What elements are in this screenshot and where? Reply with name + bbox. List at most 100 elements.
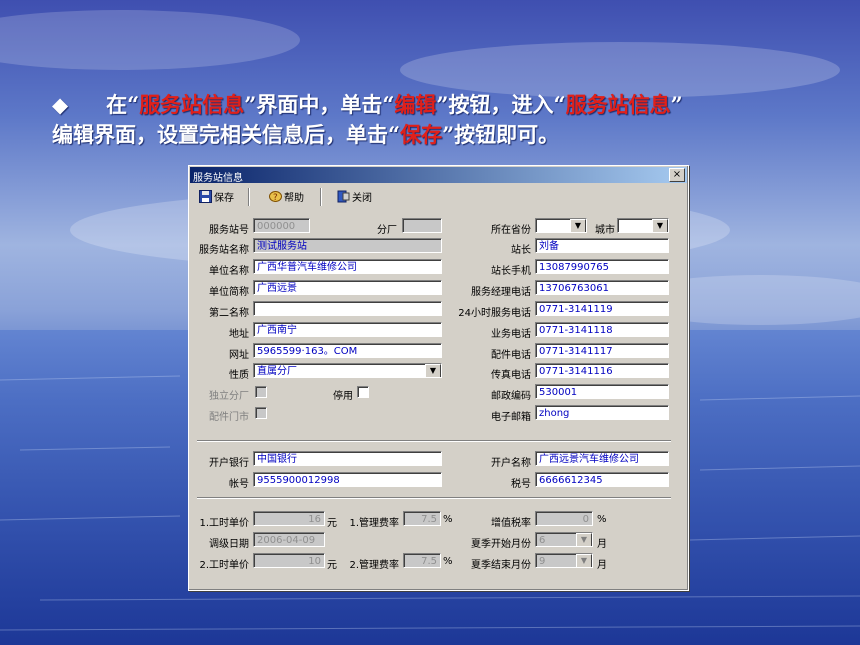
save-button[interactable]: 保存 (196, 186, 237, 206)
chevron-down-icon[interactable]: ▼ (652, 219, 668, 232)
account-name-label: 开户名称 (491, 458, 531, 469)
parts-store-label: 配件门市 (209, 412, 249, 423)
text-seg: 在“ (106, 92, 140, 117)
adjust-date-field[interactable]: 2006-04-09 (253, 532, 325, 547)
labor-price1-label: 1.工时单价 (199, 518, 249, 529)
unit-name-field[interactable]: 广西华普汽车维修公司 (253, 259, 442, 274)
highlight-text: 保存 (400, 122, 443, 147)
help-label: 帮助 (284, 192, 304, 204)
station-info-dialog: 服务站信息 × 保存 ? 帮助 关闭 服务站号 000000 分厂 所在省份 ▼… (188, 165, 689, 591)
tax-no-field[interactable]: 6666612345 (535, 472, 669, 487)
bank-label: 开户银行 (209, 458, 249, 469)
chevron-down-icon[interactable]: ▼ (570, 219, 586, 232)
postcode-field[interactable]: 530001 (535, 384, 669, 399)
independent-branch-checkbox[interactable] (255, 386, 267, 398)
mgmt-rate1-label: 1.管理费率 (349, 518, 399, 529)
month-unit: 月 (597, 539, 607, 550)
month-unit: 月 (597, 560, 607, 571)
toolbar: 保存 ? 帮助 关闭 (192, 186, 682, 208)
summer-start-select[interactable]: 6 ▼ (535, 532, 593, 547)
manager-phone-field[interactable]: 13706763061 (535, 280, 669, 295)
postcode-label: 邮政编码 (491, 391, 531, 402)
text-seg: ”界面中，单击“ (244, 92, 395, 117)
province-label: 所在省份 (491, 225, 531, 236)
website-label: 网址 (229, 350, 249, 361)
divider (197, 497, 671, 499)
vat-rate-label: 增值税率 (491, 518, 531, 529)
master-label: 站长 (511, 245, 531, 256)
second-name-field[interactable] (253, 301, 442, 316)
unit-name-label: 单位名称 (209, 266, 249, 277)
parts-store-checkbox[interactable] (255, 407, 267, 419)
website-field[interactable]: 5965599·163。COM (253, 343, 442, 358)
text-seg: ”按钮即可。 (442, 122, 560, 147)
master-mobile-label: 站长手机 (491, 266, 531, 277)
text-seg: ” (670, 92, 683, 117)
percent-unit: % (597, 514, 607, 525)
save-label: 保存 (214, 192, 234, 204)
divider (197, 440, 671, 442)
address-label: 地址 (229, 329, 249, 340)
nature-label: 性质 (229, 370, 249, 381)
address-field[interactable]: 广西南宁 (253, 322, 442, 337)
account-no-label: 帐号 (229, 479, 249, 490)
bullet-diamond-icon: ◆ (52, 92, 69, 117)
parts-phone-field[interactable]: 0771-3141117 (535, 343, 669, 358)
parts-phone-label: 配件电话 (491, 350, 531, 361)
second-name-label: 第二名称 (209, 308, 249, 319)
biz-phone-field[interactable]: 0771-3141118 (535, 322, 669, 337)
disabled-checkbox[interactable] (357, 386, 369, 398)
phone24-field[interactable]: 0771-3141119 (535, 301, 669, 316)
account-name-field[interactable]: 广西远景汽车维修公司 (535, 451, 669, 466)
chevron-down-icon[interactable]: ▼ (425, 364, 441, 377)
close-icon[interactable]: × (669, 168, 685, 182)
highlight-text: 服务站信息 (139, 92, 245, 117)
help-icon: ? (269, 190, 282, 203)
account-no-field[interactable]: 9555900012998 (253, 472, 442, 487)
independent-branch-label: 独立分厂 (209, 391, 249, 402)
fax-field[interactable]: 0771-3141116 (535, 363, 669, 378)
province-select[interactable]: ▼ (535, 218, 587, 233)
mgmt-rate1-field[interactable]: 7.5 (403, 511, 441, 526)
bank-field[interactable]: 中国银行 (253, 451, 442, 466)
email-field[interactable]: zhong (535, 405, 669, 420)
manager-phone-label: 服务经理电话 (471, 287, 531, 298)
city-select[interactable]: ▼ (617, 218, 669, 233)
nature-select[interactable]: 直属分厂 ▼ (253, 363, 442, 378)
station-no-field[interactable]: 000000 (253, 218, 310, 233)
city-label: 城市 (595, 225, 615, 236)
toolbar-separator (248, 188, 250, 206)
station-name-field[interactable]: 测试服务站 (253, 238, 442, 253)
text-seg: 编辑界面，设置完相关信息后，单击“ (52, 122, 401, 147)
disabled-label: 停用 (333, 391, 353, 402)
percent-unit: % (443, 514, 453, 525)
chevron-down-icon[interactable]: ▼ (576, 533, 592, 546)
help-button[interactable]: ? 帮助 (266, 186, 307, 206)
vat-rate-field[interactable]: 0 (535, 511, 593, 526)
mgmt-rate2-field[interactable]: 7.5 (403, 553, 441, 568)
master-mobile-field[interactable]: 13087990765 (535, 259, 669, 274)
instruction-text: ◆ 在“服务站信息”界面中，单击“编辑”按钮，进入“服务站信息” 编辑界面，设置完… (52, 90, 842, 150)
toolbar-separator (320, 188, 322, 206)
summer-start-value: 6 (539, 535, 546, 546)
tax-no-label: 税号 (511, 479, 531, 490)
floppy-disk-icon (199, 189, 212, 203)
summer-end-select[interactable]: 9 ▼ (535, 553, 593, 568)
dialog-title-bar[interactable]: 服务站信息 × (190, 167, 687, 184)
labor-price2-label: 2.工时单价 (199, 560, 249, 571)
labor-price1-field[interactable]: 16 (253, 511, 325, 526)
close-label: 关闭 (352, 192, 372, 204)
adjust-date-label: 调级日期 (209, 539, 249, 550)
station-no-label: 服务站号 (209, 225, 249, 236)
text-seg: ”按钮，进入“ (436, 92, 566, 117)
branch-field[interactable] (402, 218, 442, 233)
nature-value: 直属分厂 (257, 366, 297, 377)
close-button[interactable]: 关闭 (334, 186, 375, 206)
unit-short-field[interactable]: 广西远景 (253, 280, 442, 295)
fax-label: 传真电话 (491, 370, 531, 381)
yuan-unit: 元 (327, 560, 337, 571)
labor-price2-field[interactable]: 10 (253, 553, 325, 568)
mgmt-rate2-label: 2.管理费率 (349, 560, 399, 571)
master-field[interactable]: 刘备 (535, 238, 669, 253)
chevron-down-icon[interactable]: ▼ (576, 554, 592, 567)
